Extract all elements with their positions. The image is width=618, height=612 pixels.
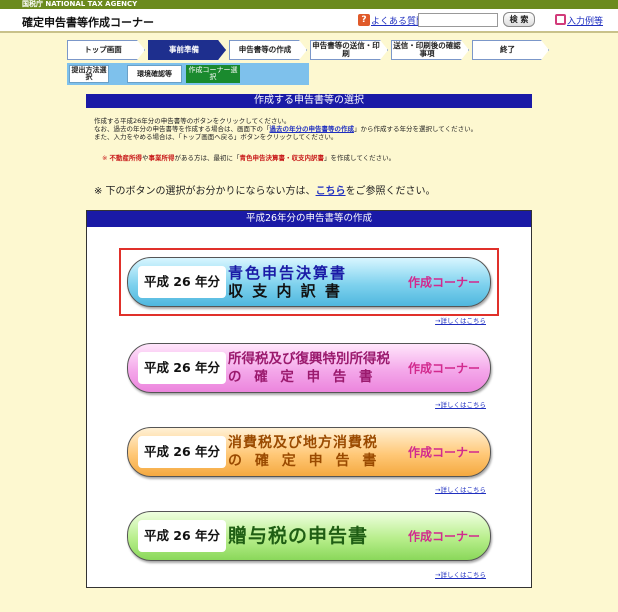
step-top: トップ画面 — [67, 40, 145, 60]
agency-bar: 国税庁 NATIONAL TAX AGENCY — [0, 0, 618, 9]
intro-line-3: また、入力をやめる場合は、「トップ画面へ戻る」ボタンをクリックしてください。 — [94, 133, 338, 141]
option-name: 消費税及び地方消費税 の 確 定 申 告 書 — [228, 434, 380, 470]
guide-a: ※ 下のボタンの選択がお分かりにならない方は、 — [94, 186, 316, 197]
option-corner: 作成コーナー — [407, 275, 480, 290]
step-create: 申告書等の作成 — [229, 40, 307, 60]
guide-here-link[interactable]: こちら — [316, 186, 346, 197]
substep-submission-method: 提出方法選択 — [69, 65, 109, 83]
notice-real-estate: 不動産所得 — [109, 154, 143, 162]
intro-line-1: 作成する平成26年分の申告書等のボタンをクリックしてください。 — [94, 117, 291, 125]
option-income-tax[interactable]: 平成 26 年分 所得税及び復興特別所得税 の 確 定 申 告 書 作成コーナー — [127, 343, 491, 393]
detail-link-consumption-tax[interactable]: →詳しくはこちら — [435, 484, 486, 494]
option-name: 所得税及び復興特別所得税 の 確 定 申 告 書 — [228, 350, 390, 386]
step-after-confirm: 送信・印刷後の確認事項 — [391, 40, 469, 60]
option-blue-return[interactable]: 平成 26 年分 青色申告決算書 収 支 内 訳 書 作成コーナー — [127, 257, 491, 307]
guide-text: ※ 下のボタンの選択がお分かりにならない方は、こちらをご参照ください。 — [94, 182, 436, 197]
guide-b: をご参照ください。 — [345, 186, 436, 197]
option-consumption-tax[interactable]: 平成 26 年分 消費税及び地方消費税 の 確 定 申 告 書 作成コーナー — [127, 427, 491, 477]
option-year: 平成 26 年分 — [138, 266, 226, 298]
intro-line-2a: なお、過去の年分の申告書等を作成する場合は、画面下の「 — [94, 125, 270, 133]
detail-link-income-tax[interactable]: →詳しくはこちら — [435, 399, 486, 409]
help-icon[interactable]: ? — [358, 14, 370, 26]
past-years-link[interactable]: 過去の年分の申告書等の作成 — [270, 125, 355, 133]
substep-environment: 環境確認等 — [127, 65, 182, 83]
faq-link[interactable]: よくある質問 — [371, 14, 425, 27]
option-line-2: 収 支 内 訳 書 — [228, 282, 342, 300]
substep-corner-select: 作成コーナー選択 — [186, 65, 240, 83]
intro-line-2c: 」から作成する年分を選択してください。 — [354, 125, 478, 133]
option-line-1: 消費税及び地方消費税 — [228, 435, 378, 451]
option-year: 平成 26 年分 — [138, 520, 226, 552]
book-icon[interactable] — [555, 14, 566, 25]
option-line-1: 所得税及び復興特別所得税 — [228, 351, 390, 367]
detail-link-gift-tax[interactable]: →詳しくはこちら — [435, 569, 486, 579]
example-link[interactable]: 入力例等 — [567, 14, 603, 27]
search-button[interactable]: 検 索 — [503, 12, 535, 27]
step-preparation: 事前準備 — [148, 40, 226, 60]
notice-blue-return: 青色申告決算書・収支内訳書 — [239, 154, 325, 162]
creation-panel: 平成26年分の申告書等の作成 平成 26 年分 青色申告決算書 収 支 内 訳 … — [86, 210, 532, 588]
option-name: 青色申告決算書 収 支 内 訳 書 — [228, 264, 347, 300]
option-corner: 作成コーナー — [407, 361, 480, 376]
notice-mid: がある方は、最初に「 — [174, 154, 240, 162]
step-send-print: 申告書等の送信・印刷 — [310, 40, 388, 60]
option-gift-tax[interactable]: 平成 26 年分 贈与税の申告書 作成コーナー — [127, 511, 491, 561]
option-corner: 作成コーナー — [407, 445, 480, 460]
intro-line-2: なお、過去の年分の申告書等を作成する場合は、画面下の「過去の年分の申告書等の作成… — [94, 125, 534, 133]
option-name: 贈与税の申告書 — [228, 525, 368, 547]
panel-title: 平成26年分の申告書等の作成 — [87, 211, 531, 227]
section-title: 作成する申告書等の選択 — [86, 94, 532, 108]
search-input[interactable] — [418, 13, 498, 27]
option-corner: 作成コーナー — [407, 529, 480, 544]
step-end: 終了 — [472, 40, 549, 60]
option-year: 平成 26 年分 — [138, 436, 226, 468]
option-line-1: 贈与税の申告書 — [228, 525, 369, 547]
detail-link-blue-return[interactable]: →詳しくはこちら — [435, 315, 486, 325]
notice-text: ※ 不動産所得や事業所得がある方は、最初に「青色申告決算書・収支内訳書」を作成し… — [102, 152, 395, 162]
header: 確定申告書等作成コーナー ? よくある質問 検 索 入力例等 — [0, 9, 618, 33]
notice-mark: ※ — [102, 154, 108, 162]
app-title: 確定申告書等作成コーナー — [22, 16, 154, 29]
option-line-1: 青色申告決算書 — [228, 264, 348, 282]
notice-end: 」を作成してください。 — [324, 154, 396, 162]
option-line-2: の 確 定 申 告 書 — [228, 369, 377, 385]
substeps: 提出方法選択 環境確認等 作成コーナー選択 — [67, 63, 309, 85]
intro-text: 作成する平成26年分の申告書等のボタンをクリックしてください。 なお、過去の年分… — [94, 117, 534, 141]
option-year: 平成 26 年分 — [138, 352, 226, 384]
notice-business: 事業所得 — [148, 154, 175, 162]
progress-steps: トップ画面 事前準備 申告書等の作成 申告書等の送信・印刷 送信・印刷後の確認事… — [67, 40, 549, 86]
option-line-2: の 確 定 申 告 書 — [228, 453, 381, 469]
